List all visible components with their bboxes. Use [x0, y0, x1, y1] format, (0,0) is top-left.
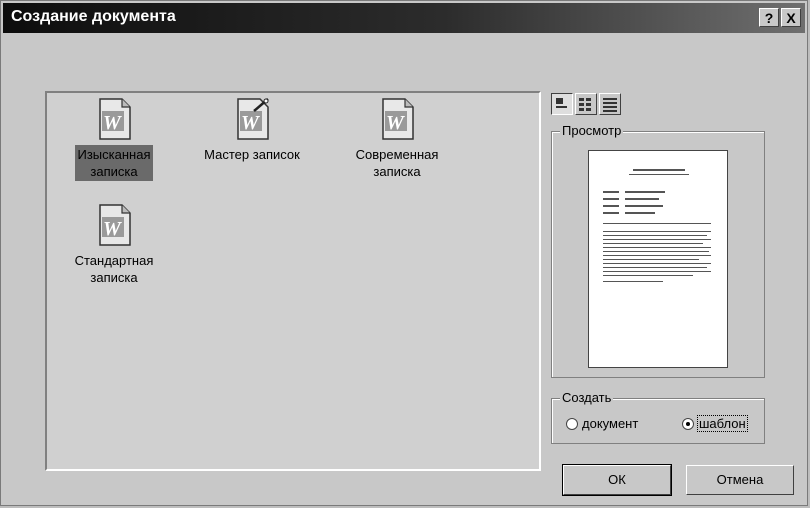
- template-label: Изысканная записка: [74, 145, 154, 181]
- dialog-title: Создание документа: [11, 8, 176, 25]
- wizard-template-icon: W: [237, 98, 269, 140]
- create-label: Создать: [560, 390, 614, 405]
- preview-thumbnail: [588, 150, 728, 368]
- template-label: Стандартная записка: [74, 253, 154, 285]
- new-document-dialog: Создание документа ? X W Изысканная запис…: [0, 0, 808, 506]
- radio-button[interactable]: [682, 418, 694, 430]
- word-template-icon: W: [382, 98, 414, 140]
- details-view-button[interactable]: [599, 93, 621, 115]
- create-document-radio[interactable]: документ: [566, 416, 638, 431]
- create-template-radio[interactable]: шаблон: [682, 415, 748, 432]
- template-item-modern-memo[interactable]: W Современная записка: [332, 97, 462, 181]
- template-item-memo-wizard[interactable]: W Мастер записок: [187, 97, 317, 164]
- large-icons-icon: [556, 98, 567, 108]
- close-button[interactable]: X: [781, 8, 801, 27]
- details-view-icon: [603, 98, 617, 112]
- list-view-button[interactable]: [575, 93, 597, 115]
- help-button[interactable]: ?: [759, 8, 779, 27]
- svg-text:W: W: [103, 112, 122, 134]
- preview-label: Просмотр: [560, 123, 624, 138]
- svg-text:W: W: [103, 218, 122, 240]
- template-label: Мастер записок: [204, 147, 300, 162]
- svg-text:W: W: [241, 112, 260, 134]
- template-item-fancy-memo[interactable]: W Изысканная записка: [49, 97, 179, 181]
- title-bar[interactable]: Создание документа ? X: [3, 3, 805, 33]
- word-template-icon: W: [99, 98, 131, 140]
- svg-text:W: W: [386, 112, 405, 134]
- create-group: Создать документ шаблон: [551, 390, 765, 444]
- radio-label: шаблон: [697, 415, 748, 432]
- radio-label: документ: [582, 416, 639, 431]
- ok-button[interactable]: ОК: [562, 464, 672, 496]
- large-icons-view-button[interactable]: [551, 93, 573, 115]
- word-template-icon: W: [99, 204, 131, 246]
- template-item-standard-memo[interactable]: W Стандартная записка: [49, 203, 179, 287]
- preview-group: Просмотр: [551, 123, 765, 378]
- radio-button[interactable]: [566, 418, 578, 430]
- template-label: Современная записка: [355, 147, 439, 179]
- cancel-button[interactable]: Отмена: [686, 465, 794, 495]
- list-view-icon: [579, 98, 591, 111]
- templates-list[interactable]: W Изысканнаязаписка W Мастер записок W: [45, 91, 541, 471]
